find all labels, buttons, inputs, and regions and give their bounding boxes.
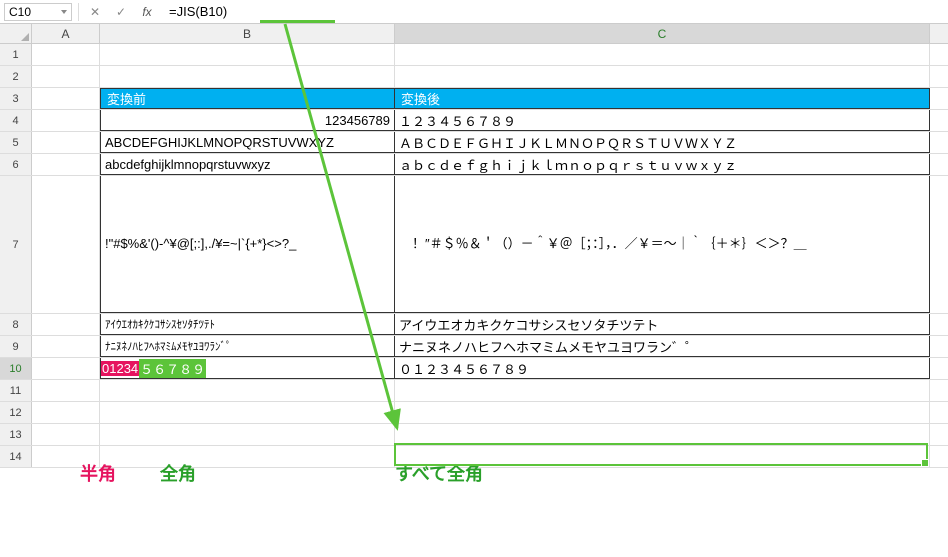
cell-b8[interactable]: ｱｲｳｴｵｶｷｸｹｺｻｼｽｾｿﾀﾁﾂﾃﾄ	[100, 314, 395, 335]
cell-a6[interactable]	[32, 154, 100, 175]
cell-c1[interactable]	[395, 44, 930, 65]
highlight-zenkaku: ５６７８９	[139, 359, 206, 378]
cell-a8[interactable]	[32, 314, 100, 335]
row-7: 7 !"#$%&'()-^¥@[;:],./¥=~|`{+*}<>?_ ！″＃＄…	[0, 176, 948, 314]
separator	[78, 3, 79, 21]
row-header-5[interactable]: 5	[0, 132, 32, 153]
cell-c2[interactable]	[395, 66, 930, 87]
cell-c9[interactable]: ナニヌネノハヒフヘホマミムメモヤユヨワラン゛゜	[395, 336, 930, 357]
cell-a10[interactable]	[32, 358, 100, 379]
name-box[interactable]: C10	[4, 3, 72, 21]
cell-c13[interactable]	[395, 424, 930, 445]
cell-c3[interactable]: 変換後	[395, 88, 930, 109]
cell-c4[interactable]: １２３４５６７８９	[395, 110, 930, 131]
annotation-all-zenkaku: すべて全角	[395, 460, 483, 486]
cell-a5[interactable]	[32, 132, 100, 153]
accept-icon[interactable]: ✓	[111, 3, 131, 21]
col-header-a[interactable]: A	[32, 24, 100, 43]
row-header-14[interactable]: 14	[0, 446, 32, 467]
row-header-4[interactable]: 4	[0, 110, 32, 131]
col-header-c[interactable]: C	[395, 24, 930, 43]
row-header-2[interactable]: 2	[0, 66, 32, 87]
formula-highlight	[260, 20, 335, 23]
cell-c8[interactable]: アイウエオカキクケコサシスセソタチツテト	[395, 314, 930, 335]
cell-b3[interactable]: 変換前	[100, 88, 395, 109]
cell-b14[interactable]	[100, 446, 395, 467]
cell-a12[interactable]	[32, 402, 100, 423]
select-all-corner[interactable]	[0, 24, 32, 43]
row-header-10[interactable]: 10	[0, 358, 32, 379]
row-6: 6 abcdefghijklmnopqrstuvwxyz ａｂｃｄｅｆｇｈｉｊｋ…	[0, 154, 948, 176]
row-10: 10 01234５６７８９ ０１２３４５６７８９	[0, 358, 948, 380]
name-box-value: C10	[9, 5, 31, 19]
row-1: 1	[0, 44, 948, 66]
row-header-12[interactable]: 12	[0, 402, 32, 423]
row-9: 9 ﾅﾆﾇﾈﾉﾊﾋﾌﾍﾎﾏﾐﾑﾒﾓﾔﾕﾖﾜﾗﾝﾞﾟ ナニヌネノハヒフヘホマミムメ…	[0, 336, 948, 358]
row-header-6[interactable]: 6	[0, 154, 32, 175]
row-header-13[interactable]: 13	[0, 424, 32, 445]
cell-c6[interactable]: ａｂｃｄｅｆｇｈｉｊｋｌｍｎｏｐｑｒｓｔｕｖｗｘｙｚ	[395, 154, 930, 175]
row-header-3[interactable]: 3	[0, 88, 32, 109]
row-12: 12	[0, 402, 948, 424]
formula-input[interactable]: =JIS(B10)	[163, 4, 227, 19]
row-5: 5 ABCDEFGHIJKLMNOPQRSTUVWXYZ ＡＢＣＤＥＦＧＨＩＪＫ…	[0, 132, 948, 154]
cell-c5[interactable]: ＡＢＣＤＥＦＧＨＩＪＫＬＭＮＯＰＱＲＳＴＵＶＷＸＹＺ	[395, 132, 930, 153]
cell-b11[interactable]	[100, 380, 395, 401]
cell-a2[interactable]	[32, 66, 100, 87]
cancel-icon[interactable]: ✕	[85, 3, 105, 21]
chevron-down-icon[interactable]	[61, 10, 67, 14]
row-header-7[interactable]: 7	[0, 176, 32, 313]
formula-bar: C10 ✕ ✓ fx =JIS(B10)	[0, 0, 948, 24]
cell-a7[interactable]	[32, 176, 100, 313]
spreadsheet-grid: A B C 1 2 3 変換前 変換後 4 123456789 １２３４５６７８…	[0, 24, 948, 468]
column-header-row: A B C	[0, 24, 948, 44]
row-header-9[interactable]: 9	[0, 336, 32, 357]
cell-c10[interactable]: ０１２３４５６７８９	[395, 358, 930, 379]
cell-b6[interactable]: abcdefghijklmnopqrstuvwxyz	[100, 154, 395, 175]
row-13: 13	[0, 424, 948, 446]
cell-a11[interactable]	[32, 380, 100, 401]
highlight-hankaku: 01234	[101, 361, 139, 376]
cell-a13[interactable]	[32, 424, 100, 445]
cell-a3[interactable]	[32, 88, 100, 109]
cell-b12[interactable]	[100, 402, 395, 423]
cell-a4[interactable]	[32, 110, 100, 131]
cell-b7[interactable]: !"#$%&'()-^¥@[;:],./¥=~|`{+*}<>?_	[100, 176, 395, 313]
cell-b10[interactable]: 01234５６７８９	[100, 358, 395, 379]
cell-b1[interactable]	[100, 44, 395, 65]
cell-c12[interactable]	[395, 402, 930, 423]
row-11: 11	[0, 380, 948, 402]
cell-b2[interactable]	[100, 66, 395, 87]
col-header-b[interactable]: B	[100, 24, 395, 43]
annotation-hankaku: 半角	[80, 460, 116, 486]
row-header-1[interactable]: 1	[0, 44, 32, 65]
annotation-zenkaku: 全角	[160, 460, 196, 486]
cell-a9[interactable]	[32, 336, 100, 357]
cell-b5[interactable]: ABCDEFGHIJKLMNOPQRSTUVWXYZ	[100, 132, 395, 153]
cell-a1[interactable]	[32, 44, 100, 65]
row-4: 4 123456789 １２３４５６７８９	[0, 110, 948, 132]
cell-b4[interactable]: 123456789	[100, 110, 395, 131]
cell-c7[interactable]: ！″＃＄％＆＇（）－＾￥＠［；：］，．／￥＝～｜｀｛＋＊｝＜＞？＿	[395, 176, 930, 313]
cell-b13[interactable]	[100, 424, 395, 445]
row-header-8[interactable]: 8	[0, 314, 32, 335]
row-8: 8 ｱｲｳｴｵｶｷｸｹｺｻｼｽｾｿﾀﾁﾂﾃﾄ アイウエオカキクケコサシスセソタチ…	[0, 314, 948, 336]
cell-b9[interactable]: ﾅﾆﾇﾈﾉﾊﾋﾌﾍﾎﾏﾐﾑﾒﾓﾔﾕﾖﾜﾗﾝﾞﾟ	[100, 336, 395, 357]
row-2: 2	[0, 66, 948, 88]
cell-c11[interactable]	[395, 380, 930, 401]
fx-icon[interactable]: fx	[137, 3, 157, 21]
row-3: 3 変換前 変換後	[0, 88, 948, 110]
row-header-11[interactable]: 11	[0, 380, 32, 401]
